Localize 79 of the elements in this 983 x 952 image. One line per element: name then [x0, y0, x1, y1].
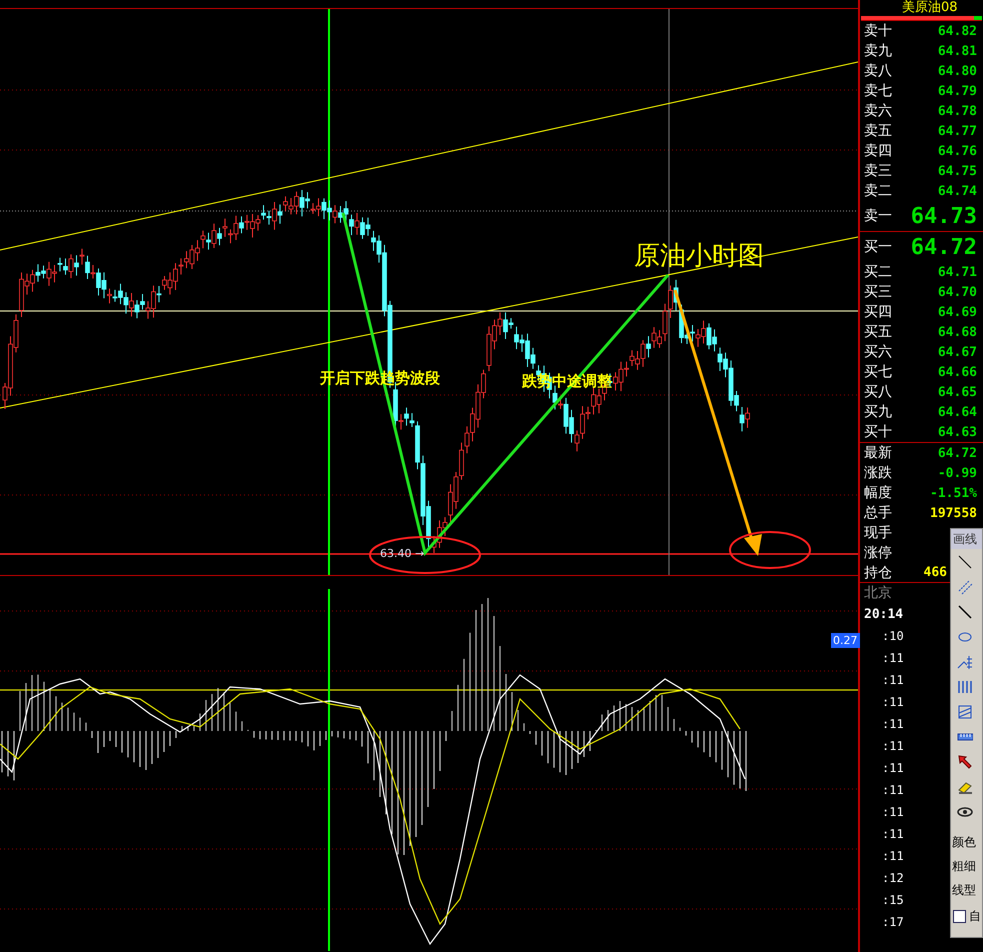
- tick-time: :11: [882, 783, 904, 797]
- order-price: 64.71: [938, 264, 977, 280]
- order-price: 64.77: [938, 124, 977, 138]
- tick-time: :11: [882, 673, 904, 687]
- order-level-label: 卖十: [864, 22, 892, 40]
- order-price: 64.68: [938, 324, 977, 340]
- instrument-title: 美原油08: [901, 0, 959, 16]
- tick-time: :11: [882, 717, 904, 731]
- stat-label: 持仓: [864, 564, 892, 582]
- order-level-label: 卖九: [864, 42, 892, 60]
- tick-time: :11: [882, 695, 904, 709]
- order-level-label: 卖八: [864, 62, 892, 80]
- stat-value: 466: [924, 565, 947, 580]
- order-level-label: 买四: [864, 303, 892, 321]
- order-price: 64.73: [910, 204, 977, 228]
- drawing-tool-icon[interactable]: [957, 604, 973, 620]
- order-price: 64.78: [938, 104, 977, 118]
- stat-label: 涨跌: [864, 464, 892, 482]
- order-price: 64.82: [938, 24, 977, 38]
- stat-value: 197558: [930, 506, 977, 520]
- order-price: 64.66: [938, 364, 977, 380]
- location-label: 北京: [864, 584, 892, 602]
- time-label: 20:14: [864, 606, 904, 622]
- order-level-label: 买一: [864, 238, 892, 256]
- order-price: 64.79: [938, 84, 977, 98]
- order-level-label: 买三: [864, 283, 892, 301]
- order-price: 64.70: [938, 284, 977, 300]
- order-level-label: 买九: [864, 403, 892, 421]
- toolbar-option[interactable]: 粗细: [951, 854, 982, 878]
- order-price: 64.63: [938, 424, 977, 440]
- order-level-label: 卖七: [864, 82, 892, 100]
- drawing-tool-icon[interactable]: [957, 754, 973, 770]
- tick-time: :11: [882, 805, 904, 819]
- stat-value: -0.99: [938, 466, 977, 480]
- order-price: 64.72: [910, 234, 977, 260]
- order-level-label: 卖六: [864, 102, 892, 120]
- toolbar-option[interactable]: 颜色: [951, 830, 982, 854]
- stat-value: -1.51%: [930, 486, 977, 500]
- order-level-label: 卖四: [864, 142, 892, 160]
- tick-time: :11: [882, 739, 904, 753]
- order-level-label: 买八: [864, 383, 892, 401]
- order-level-label: 卖二: [864, 182, 892, 200]
- tick-time: :11: [882, 827, 904, 841]
- tick-time: :11: [882, 651, 904, 665]
- stat-value: 64.72: [938, 446, 977, 460]
- order-level-label: 卖三: [864, 162, 892, 180]
- stat-label: 总手: [864, 504, 892, 522]
- order-price: 64.75: [938, 164, 977, 178]
- order-level-label: 买七: [864, 363, 892, 381]
- stat-label: 幅度: [864, 484, 892, 502]
- order-level-label: 买六: [864, 343, 892, 361]
- stat-label: 现手: [864, 524, 892, 542]
- drawing-tool-icon[interactable]: [957, 554, 973, 570]
- order-price: 64.81: [938, 44, 977, 58]
- order-level-label: 卖五: [864, 122, 892, 140]
- checkbox-label: 自: [968, 908, 981, 925]
- order-price: 64.65: [938, 384, 977, 400]
- order-level-label: 买二: [864, 263, 892, 281]
- stat-label: 最新: [864, 444, 892, 462]
- order-price: 64.67: [938, 344, 977, 360]
- order-level-label: 买五: [864, 323, 892, 341]
- tick-time: :17: [882, 915, 904, 929]
- toolbar-option[interactable]: 线型: [951, 878, 982, 902]
- tick-time: :15: [882, 893, 904, 907]
- order-price: 64.69: [938, 304, 977, 320]
- order-price: 64.80: [938, 64, 977, 78]
- order-price: 64.74: [938, 184, 977, 198]
- tick-time: :11: [882, 761, 904, 775]
- order-price: 64.64: [938, 404, 977, 420]
- indicator-value-tag: 0.27: [831, 633, 860, 648]
- order-level-label: 卖一: [864, 207, 892, 225]
- toolbar-title: 画线: [951, 529, 982, 549]
- stat-label: 涨停: [864, 544, 892, 562]
- tick-time: :12: [882, 871, 904, 885]
- order-level-label: 买十: [864, 423, 892, 441]
- order-price: 64.76: [938, 144, 977, 158]
- tick-time: :10: [882, 629, 904, 643]
- tick-time: :11: [882, 849, 904, 863]
- checkbox[interactable]: [953, 910, 966, 922]
